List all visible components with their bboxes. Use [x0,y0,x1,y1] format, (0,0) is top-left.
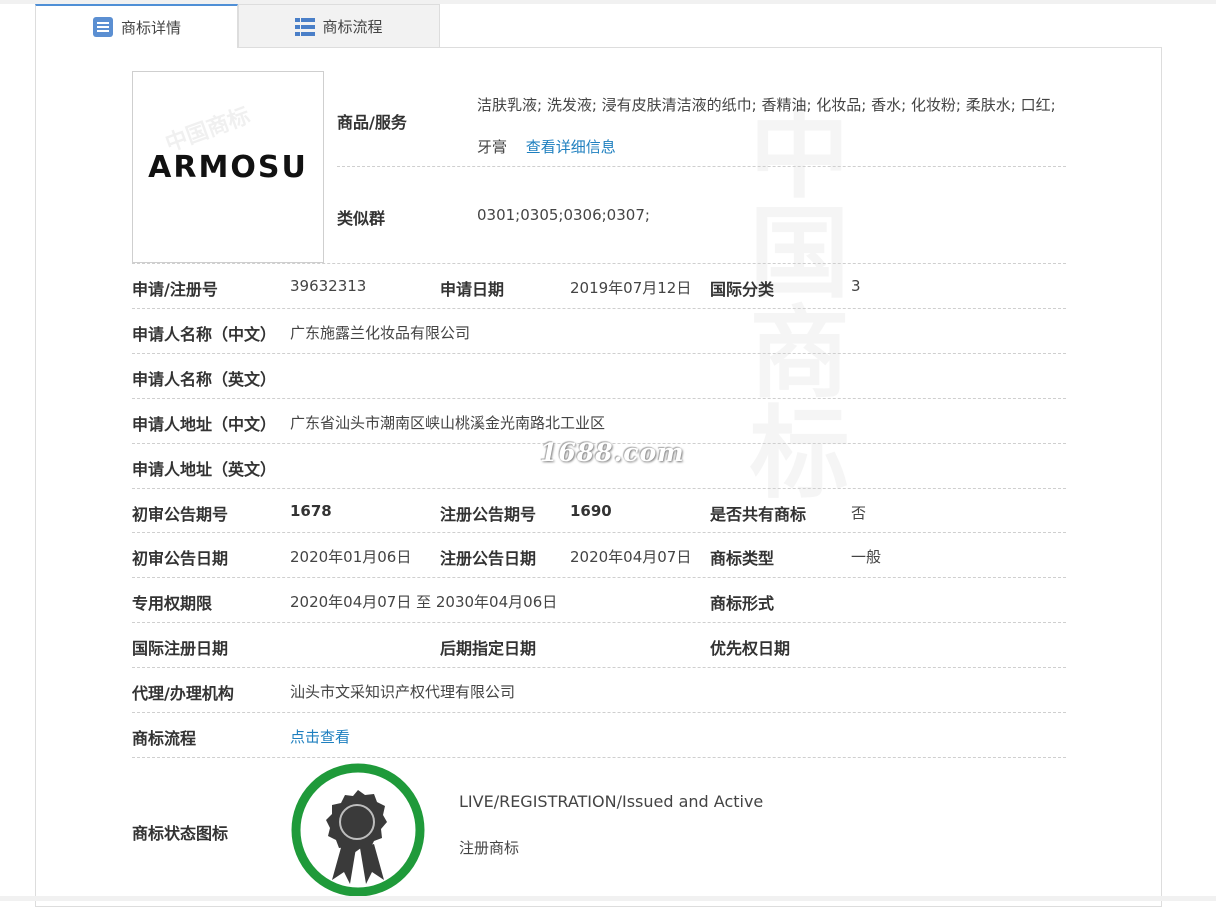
status-icon-label: 商标状态图标 [132,824,229,843]
divider [132,353,1066,354]
prelim-no-value: 1678 [290,502,332,520]
list-document-icon [92,16,114,38]
tab-bar: 商标详情 商标流程 [35,4,1162,48]
applicant-en-label: 申请人名称（英文） [132,370,277,389]
goods-services-value: 洁肤乳液; 洗发液; 浸有皮肤清洁液的纸巾; 香精油; 化妆品; 香水; 化妆粉… [477,84,1067,168]
trademark-image: 中国商标 ARMOSU [132,71,324,263]
divider [132,757,1066,758]
app-date-label: 申请日期 [440,280,505,299]
goods-services-label: 商品/服务 [337,113,407,132]
address-cn-label: 申请人地址（中文） [132,415,277,434]
applicant-cn-value: 广东施露兰化妆品有限公司 [290,324,471,342]
divider [132,398,1066,399]
reg-date-label: 注册公告日期 [440,549,537,568]
app-date-value: 2019年07月12日 [570,279,692,297]
form-label: 商标形式 [710,594,775,613]
intl-reg-date-label: 国际注册日期 [132,639,229,658]
site-watermark: 1688.com [540,438,685,467]
status-en-value: LIVE/REGISTRATION/Issued and Active [459,792,764,811]
applicant-cn-label: 申请人名称（中文） [132,325,277,344]
address-cn-value: 广东省汕头市潮南区峡山桃溪金光南路北工业区 [290,414,606,432]
divider [132,263,1066,264]
tab-trademark-flow-label: 商标流程 [322,18,383,36]
agent-value: 汕头市文采知识产权代理有限公司 [290,683,516,701]
term-label: 专用权期限 [132,594,213,613]
divider [132,667,1066,668]
app-no-value: 39632313 [290,277,367,295]
divider [132,308,1066,309]
prelim-no-label: 初审公告期号 [132,505,229,524]
similar-group-value: 0301;0305;0306;0307; [477,206,650,224]
prelim-date-value: 2020年01月06日 [290,548,412,566]
agent-label: 代理/办理机构 [132,684,234,703]
divider [337,166,1066,167]
type-label: 商标类型 [710,549,775,568]
tab-trademark-flow[interactable]: 商标流程 [238,4,440,48]
type-value: 一般 [851,548,882,566]
prelim-date-label: 初审公告日期 [132,549,229,568]
divider [132,577,1066,578]
priority-date-label: 优先权日期 [710,639,791,658]
tab-trademark-detail-label: 商标详情 [120,18,181,37]
reg-date-value: 2020年04月07日 [570,548,692,566]
intl-class-label: 国际分类 [710,280,775,299]
similar-group-label: 类似群 [337,209,386,228]
divider [132,712,1066,713]
divider [132,532,1066,533]
later-date-label: 后期指定日期 [440,639,537,658]
award-seal-icon [290,762,426,898]
reg-no-label: 注册公告期号 [440,505,537,524]
shared-value: 否 [851,504,867,522]
tab-trademark-detail[interactable]: 商标详情 [35,4,238,48]
address-en-label: 申请人地址（英文） [132,460,277,479]
view-flow-link[interactable]: 点击查看 [290,726,350,747]
app-no-label: 申请/注册号 [132,280,218,299]
status-cn-value: 注册商标 [459,839,520,857]
bottom-border [0,896,1216,901]
flow-label: 商标流程 [132,729,197,748]
divider [132,622,1066,623]
term-value: 2020年04月07日 至 2030年04月06日 [290,593,558,611]
intl-class-value: 3 [851,277,861,295]
view-detail-link[interactable]: 查看详细信息 [526,138,616,156]
divider [132,488,1066,489]
shared-label: 是否共有商标 [710,505,807,524]
reg-no-value: 1690 [570,502,612,520]
list-table-icon [295,17,316,36]
